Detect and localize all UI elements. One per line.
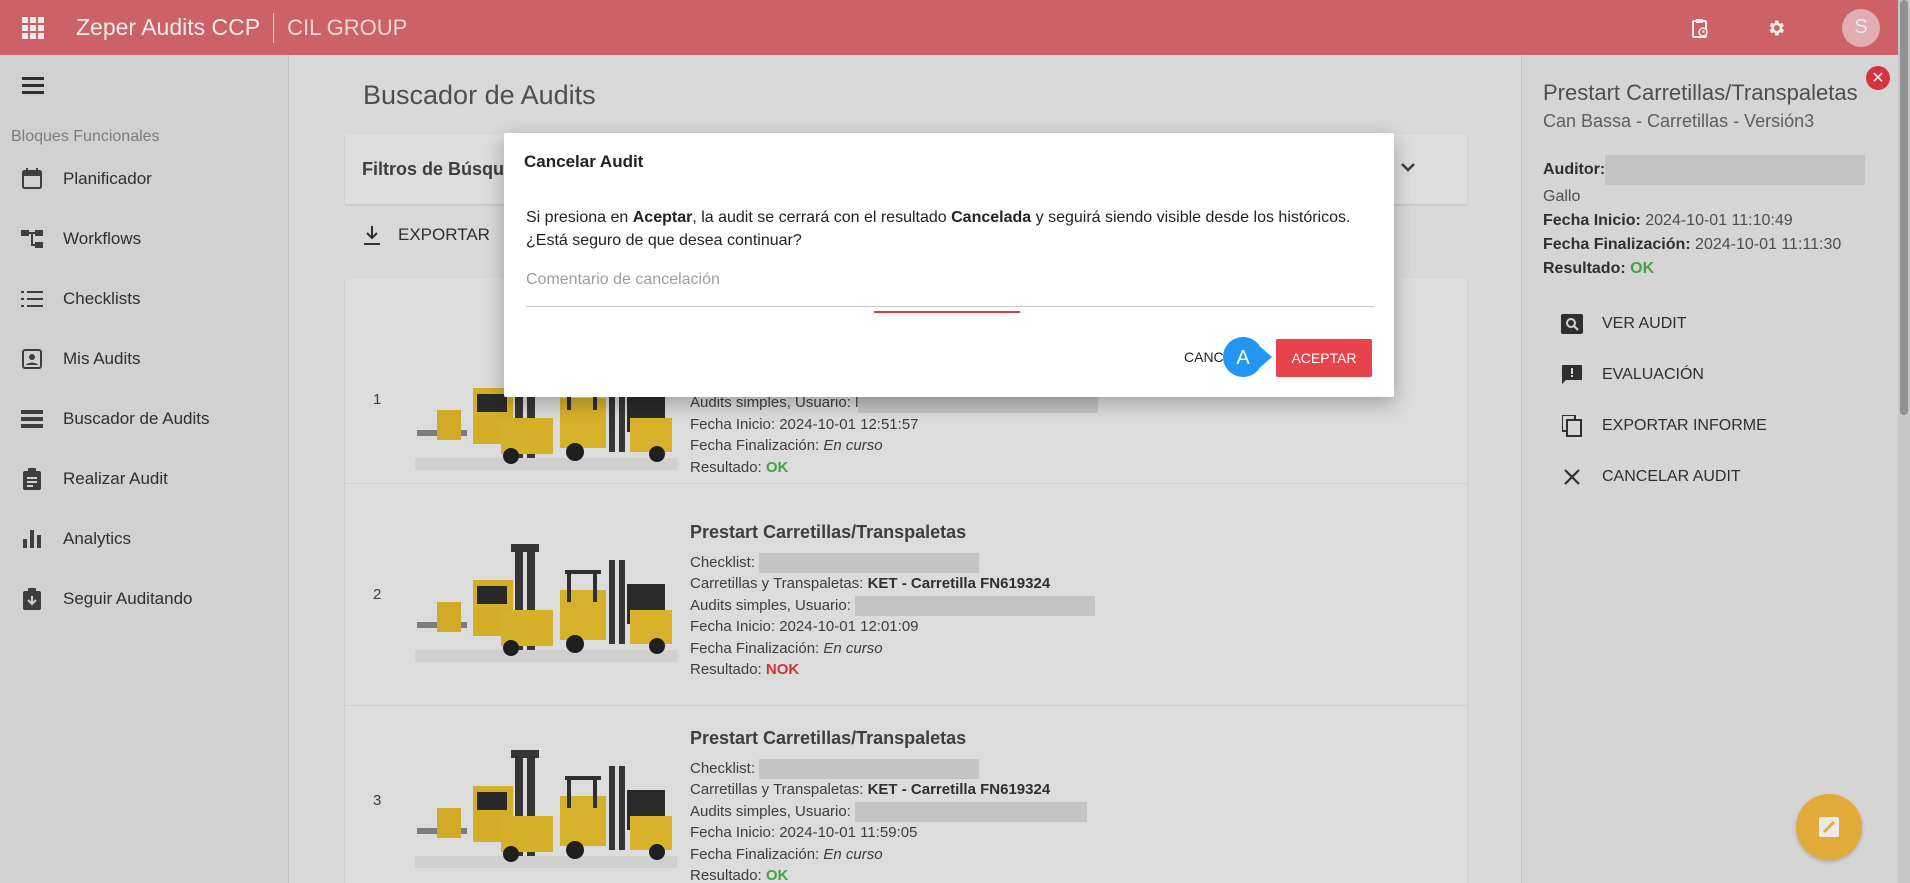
marker-letter: A [1236,347,1250,369]
message-text: , la audit se cerrará con el resultado [692,209,952,226]
cancellation-comment-input[interactable] [526,265,1374,307]
input-focus-indicator [874,311,1020,313]
message-bold: Cancelada [951,209,1032,226]
dialog-title: Cancelar Audit [524,152,644,171]
message-question: ¿Está seguro de que desea continuar? [526,232,802,249]
message-bold: Aceptar [632,209,693,226]
dialog-message: Si presiona en Aceptar, la audit se cerr… [526,206,1376,252]
message-text: Si presiona en [526,209,633,226]
accept-button[interactable]: ACEPTAR [1276,339,1372,377]
message-text: y seguirá siendo visible desde los histó… [1031,209,1351,226]
pointer-marker: A [1223,337,1272,377]
